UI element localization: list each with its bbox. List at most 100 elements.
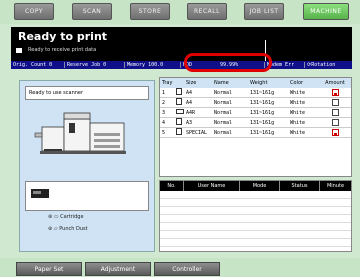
paper-amount-icon [320, 99, 350, 106]
header-amount: Amount [325, 80, 345, 86]
memory-value: 100.0 [148, 62, 164, 68]
job-row[interactable] [160, 207, 351, 215]
function-tab-bar: COPY SCAN STORE RECALL JOB LIST MACHINE [0, 0, 360, 24]
header-size: Size [186, 80, 197, 86]
scanner-status: Ready to use scanner [25, 86, 149, 100]
cartridge-icon: ⊛ ▭ [48, 214, 59, 220]
printer-icon [16, 47, 22, 53]
job-row[interactable] [160, 199, 351, 207]
header-status: Status [280, 181, 320, 191]
job-table: No. User Name Mode Status Minute [159, 180, 352, 252]
paper-amount-icon [320, 119, 350, 126]
memory: Memory 100.0 [125, 62, 181, 68]
header-mode: Mode [240, 181, 280, 191]
reserve-job-label: Reserve Job [67, 62, 101, 68]
tray-weight: 131~161g [250, 89, 275, 96]
cartridge-status: ⊛ ▭ Cartridge [48, 214, 84, 220]
tray-color: White [290, 119, 306, 126]
tray-paper-name: Normal [214, 89, 233, 96]
reserve-job-value: 0 [103, 62, 107, 68]
tab-machine[interactable]: MACHINE [303, 3, 349, 20]
tray-paper-name: Normal [214, 129, 233, 136]
hdd-highlight-ring [184, 53, 272, 72]
orig-count: Orig. Count 0 [11, 62, 65, 68]
bottom-button-bar: Paper Set Adjustment Controller [0, 258, 360, 277]
orig-count-label: Orig. Count [13, 62, 47, 68]
tray-paper-name: Normal [214, 99, 233, 106]
header-weight: Weight [250, 80, 268, 86]
tray-number: 4 [162, 119, 166, 126]
machine-panel: Ready to use scanner ⊛ ▭ Cartridge ⊛ ▱ P… [19, 80, 155, 252]
cartridge-label: Cartridge [60, 214, 84, 220]
paper-orientation-icon [176, 88, 186, 97]
orig-count-value: 0 [49, 62, 53, 68]
tray-number: 5 [162, 129, 166, 136]
page-title: Ready to print [18, 30, 108, 43]
tray-weight: 131~161g [250, 119, 275, 126]
adjustment-button[interactable]: Adjustment [85, 262, 151, 276]
paper-amount-icon [320, 109, 350, 116]
tab-job-list[interactable]: JOB LIST [244, 3, 284, 20]
header-color: Color [290, 80, 304, 86]
tray-size: SPECIAL [186, 129, 208, 136]
punch-dust-icon: ⊛ ▱ [48, 226, 58, 232]
tray-weight: 131~161g [250, 129, 275, 136]
header-no: No. [160, 181, 184, 191]
punch-dust-label: Punch Dust [59, 226, 88, 232]
rotation-toggle[interactable]: ⟳ Rotation [305, 62, 352, 68]
reserve-job: Reserve Job 0 [65, 62, 125, 68]
status-header: Ready to print Ready to receive print da… [11, 27, 352, 61]
tray-row[interactable]: 1 A4 Normal 131~161g White [160, 88, 351, 98]
tray-number: 1 [162, 89, 166, 96]
tray-number: 2 [162, 99, 166, 106]
controller-button[interactable]: Controller [154, 262, 220, 276]
tray-color: White [290, 89, 306, 96]
tray-table-header: Tray Size Name Weight Color Amount [160, 78, 351, 88]
job-table-header: No. User Name Mode Status Minute [160, 181, 351, 191]
tab-copy[interactable]: COPY [14, 3, 54, 20]
tray-number: 3 [162, 109, 166, 116]
tray-color: White [290, 99, 306, 106]
paper-tray-table: Tray Size Name Weight Color Amount 1 A4 … [159, 77, 352, 177]
paper-orientation-icon [176, 98, 186, 107]
tray-row[interactable]: 5 SPECIAL Normal 131~161g White [160, 128, 351, 138]
tab-store[interactable]: STORE [130, 3, 170, 20]
consumables-panel [25, 181, 149, 211]
status-subline: Ready to receive print data [16, 47, 96, 53]
job-row[interactable] [160, 191, 351, 199]
tray-row[interactable]: 2 A4 Normal 131~161g White [160, 98, 351, 108]
paper-amount-icon [320, 89, 350, 96]
tray-size: A4 [186, 99, 193, 106]
punch-dust-status: ⊛ ▱ Punch Dust [48, 226, 88, 232]
tab-scan[interactable]: SCAN [72, 3, 112, 20]
tray-row[interactable]: 3 A4R Normal 131~161g White [160, 108, 351, 118]
paper-set-button[interactable]: Paper Set [16, 262, 82, 276]
tray-weight: 131~161g [250, 99, 275, 106]
tray-size: A4 [186, 89, 193, 96]
paper-amount-icon [320, 129, 350, 136]
job-row[interactable] [160, 215, 351, 223]
tray-paper-name: Normal [214, 109, 233, 116]
header-user-name: User Name [184, 181, 240, 191]
tray-color: White [290, 109, 306, 116]
header-name: Name [214, 80, 229, 86]
tab-recall[interactable]: RECALL [187, 3, 227, 20]
header-minute: Minute [326, 183, 345, 189]
tray-color: White [290, 129, 306, 136]
paper-orientation-icon [176, 118, 186, 127]
job-row[interactable] [160, 239, 351, 247]
job-row[interactable] [160, 231, 351, 239]
tray-weight: 131~161g [250, 109, 275, 116]
status-subtitle: Ready to receive print data [28, 47, 97, 53]
header-tray: Tray [162, 80, 173, 86]
tray-row[interactable]: 4 A3 Normal 131~161g White [160, 118, 351, 128]
job-row[interactable] [160, 223, 351, 231]
toner-cartridge-icon [31, 189, 49, 198]
paper-orientation-icon [176, 109, 186, 116]
paper-orientation-icon [176, 128, 186, 137]
tray-paper-name: Normal [214, 119, 233, 126]
memory-label: Memory [127, 62, 146, 68]
rotation-label: Rotation [311, 62, 336, 68]
printer-machine-icon [34, 112, 126, 154]
tray-size: A4R [186, 109, 196, 116]
